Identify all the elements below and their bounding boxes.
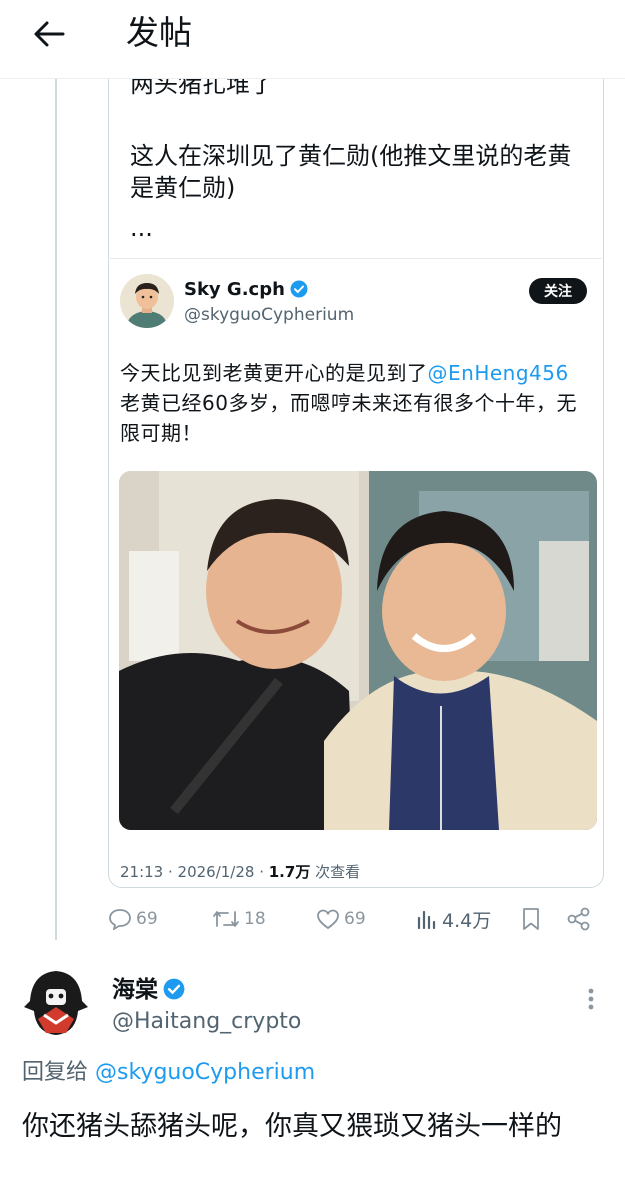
reply-to-label: 回复给 <box>22 1060 95 1085</box>
quoted-text-line1: 两头猪扎堆了 <box>130 78 274 98</box>
retweet-count: 18 <box>244 909 266 929</box>
top-bar: 发帖 <box>0 0 625 79</box>
retweet-button[interactable]: 18 <box>212 904 266 934</box>
author-name[interactable]: Sky G.cph <box>184 278 308 302</box>
reply-count: 69 <box>136 909 158 929</box>
avatar[interactable] <box>120 274 174 328</box>
verified-badge-icon <box>163 978 185 1000</box>
bookmark-icon <box>523 908 539 930</box>
view-label: 次查看 <box>310 863 361 881</box>
back-button[interactable] <box>22 14 76 54</box>
thread-line <box>55 78 57 940</box>
person-avatar-icon <box>120 274 174 328</box>
post-meta: 21:13 · 2026/1/28 · 1.7万 次查看 <box>120 861 360 883</box>
heart-icon <box>317 909 339 930</box>
reply-text: 你还猪头舔猪头呢，你真又猥琐又猪头一样的 <box>22 1111 562 1142</box>
share-icon <box>567 907 590 931</box>
views-button[interactable]: 4.4万 <box>416 904 491 934</box>
selfie-photo <box>119 471 597 830</box>
arrow-left-icon <box>34 21 65 47</box>
author-handle[interactable]: @skyguoCypherium <box>184 303 354 327</box>
like-count: 69 <box>344 909 366 929</box>
bar-chart-icon <box>417 910 436 930</box>
reply-to-line: 回复给 @skyguoCypherium <box>22 1058 315 1088</box>
more-options-button[interactable] <box>578 984 604 1014</box>
post-text: 今天比见到老黄更开心的是见到了@EnHeng456 老黄已经60多岁，而嗯哼未来… <box>120 358 596 448</box>
page-title: 发帖 <box>126 13 192 52</box>
author-name[interactable]: 海棠 <box>112 974 185 1006</box>
follow-button[interactable]: 关注 <box>529 278 587 304</box>
mention-link[interactable]: @EnHeng456 <box>428 361 569 385</box>
author-handle[interactable]: @Haitang_crypto <box>112 1007 301 1037</box>
verified-badge-icon <box>290 280 308 298</box>
bookmark-button[interactable] <box>520 904 546 934</box>
timestamp: 21:13 · 2026/1/28 · <box>120 863 269 881</box>
reply-button[interactable]: 69 <box>108 904 158 934</box>
share-button[interactable] <box>566 904 596 934</box>
post-text-part: 老黄已经60多岁，而嗯哼未来还有很多个十年，无限可期！ <box>120 391 577 445</box>
quoted-text-line2: 这人在深圳见了黄仁勋(他推文里说的老黄是黄仁勋) <box>130 142 572 202</box>
retweet-icon <box>213 911 239 927</box>
comment-icon <box>109 909 131 930</box>
character-avatar-icon <box>24 971 88 1035</box>
quoted-text-line3: ... <box>130 214 153 242</box>
reply-to-mention[interactable]: @skyguoCypherium <box>95 1060 315 1085</box>
view-count: 1.7万 <box>268 863 311 881</box>
more-vertical-icon <box>588 988 594 1010</box>
views-count: 4.4万 <box>442 909 492 932</box>
like-button[interactable]: 69 <box>316 904 366 934</box>
avatar[interactable] <box>20 967 92 1039</box>
post-text-part: 今天比见到老黄更开心的是见到了 <box>120 361 428 385</box>
post-photo[interactable] <box>119 471 597 830</box>
